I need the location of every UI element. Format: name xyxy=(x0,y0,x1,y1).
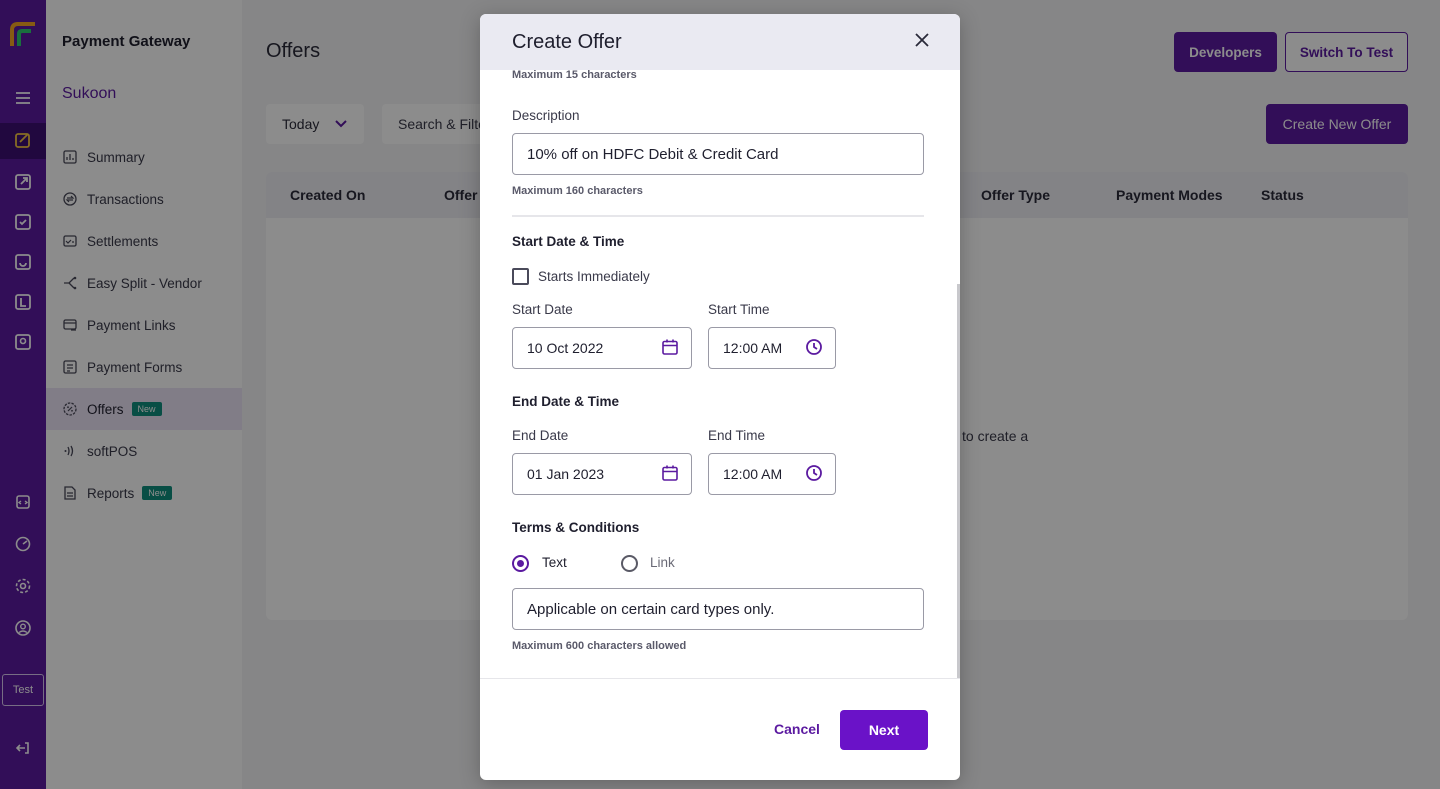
starts-immediately-label: Starts Immediately xyxy=(538,269,650,284)
terms-link-label: Link xyxy=(650,555,675,570)
terms-text-label: Text xyxy=(542,555,567,570)
next-button[interactable]: Next xyxy=(840,710,928,750)
terms-hint: Maximum 600 characters allowed xyxy=(512,640,687,652)
description-value: 10% off on HDFC Debit & Credit Card xyxy=(527,145,779,163)
start-date-value: 10 Oct 2022 xyxy=(527,340,604,356)
create-offer-modal: Create Offer Maximum 15 characters Descr… xyxy=(480,14,960,780)
calendar-icon[interactable] xyxy=(661,338,679,356)
close-icon[interactable] xyxy=(912,30,932,50)
end-date-label: End Date xyxy=(512,428,569,443)
description-label: Description xyxy=(512,108,580,123)
end-section-title: End Date & Time xyxy=(512,394,620,409)
clock-icon[interactable] xyxy=(805,464,823,482)
end-time-field[interactable]: 12:00 AM xyxy=(708,453,836,495)
clock-icon[interactable] xyxy=(805,338,823,356)
description-field[interactable]: 10% off on HDFC Debit & Credit Card xyxy=(512,133,924,175)
terms-link-radio[interactable] xyxy=(621,555,638,572)
start-time-value: 12:00 AM xyxy=(723,340,783,356)
terms-text-radio[interactable] xyxy=(512,555,529,572)
end-time-label: End Time xyxy=(708,428,766,443)
start-section-title: Start Date & Time xyxy=(512,234,625,249)
footer-divider xyxy=(480,678,960,679)
start-time-label: Start Time xyxy=(708,302,770,317)
section-divider xyxy=(512,215,924,217)
terms-text-field[interactable]: Applicable on certain card types only. xyxy=(512,588,924,630)
starts-immediately-checkbox[interactable] xyxy=(512,268,529,285)
cancel-button[interactable]: Cancel xyxy=(774,721,820,737)
terms-text-value: Applicable on certain card types only. xyxy=(527,600,775,618)
start-time-field[interactable]: 12:00 AM xyxy=(708,327,836,369)
modal-header: Create Offer xyxy=(480,14,960,70)
description-hint: Maximum 160 characters xyxy=(512,185,643,197)
end-time-value: 12:00 AM xyxy=(723,466,783,482)
calendar-icon[interactable] xyxy=(661,464,679,482)
start-date-field[interactable]: 10 Oct 2022 xyxy=(512,327,692,369)
start-date-label: Start Date xyxy=(512,302,573,317)
end-date-field[interactable]: 01 Jan 2023 xyxy=(512,453,692,495)
modal-scrollbar[interactable] xyxy=(957,284,960,678)
modal-title: Create Offer xyxy=(512,31,622,53)
terms-section-title: Terms & Conditions xyxy=(512,520,640,535)
end-date-value: 01 Jan 2023 xyxy=(527,466,605,482)
offer-name-hint: Maximum 15 characters xyxy=(512,69,637,81)
